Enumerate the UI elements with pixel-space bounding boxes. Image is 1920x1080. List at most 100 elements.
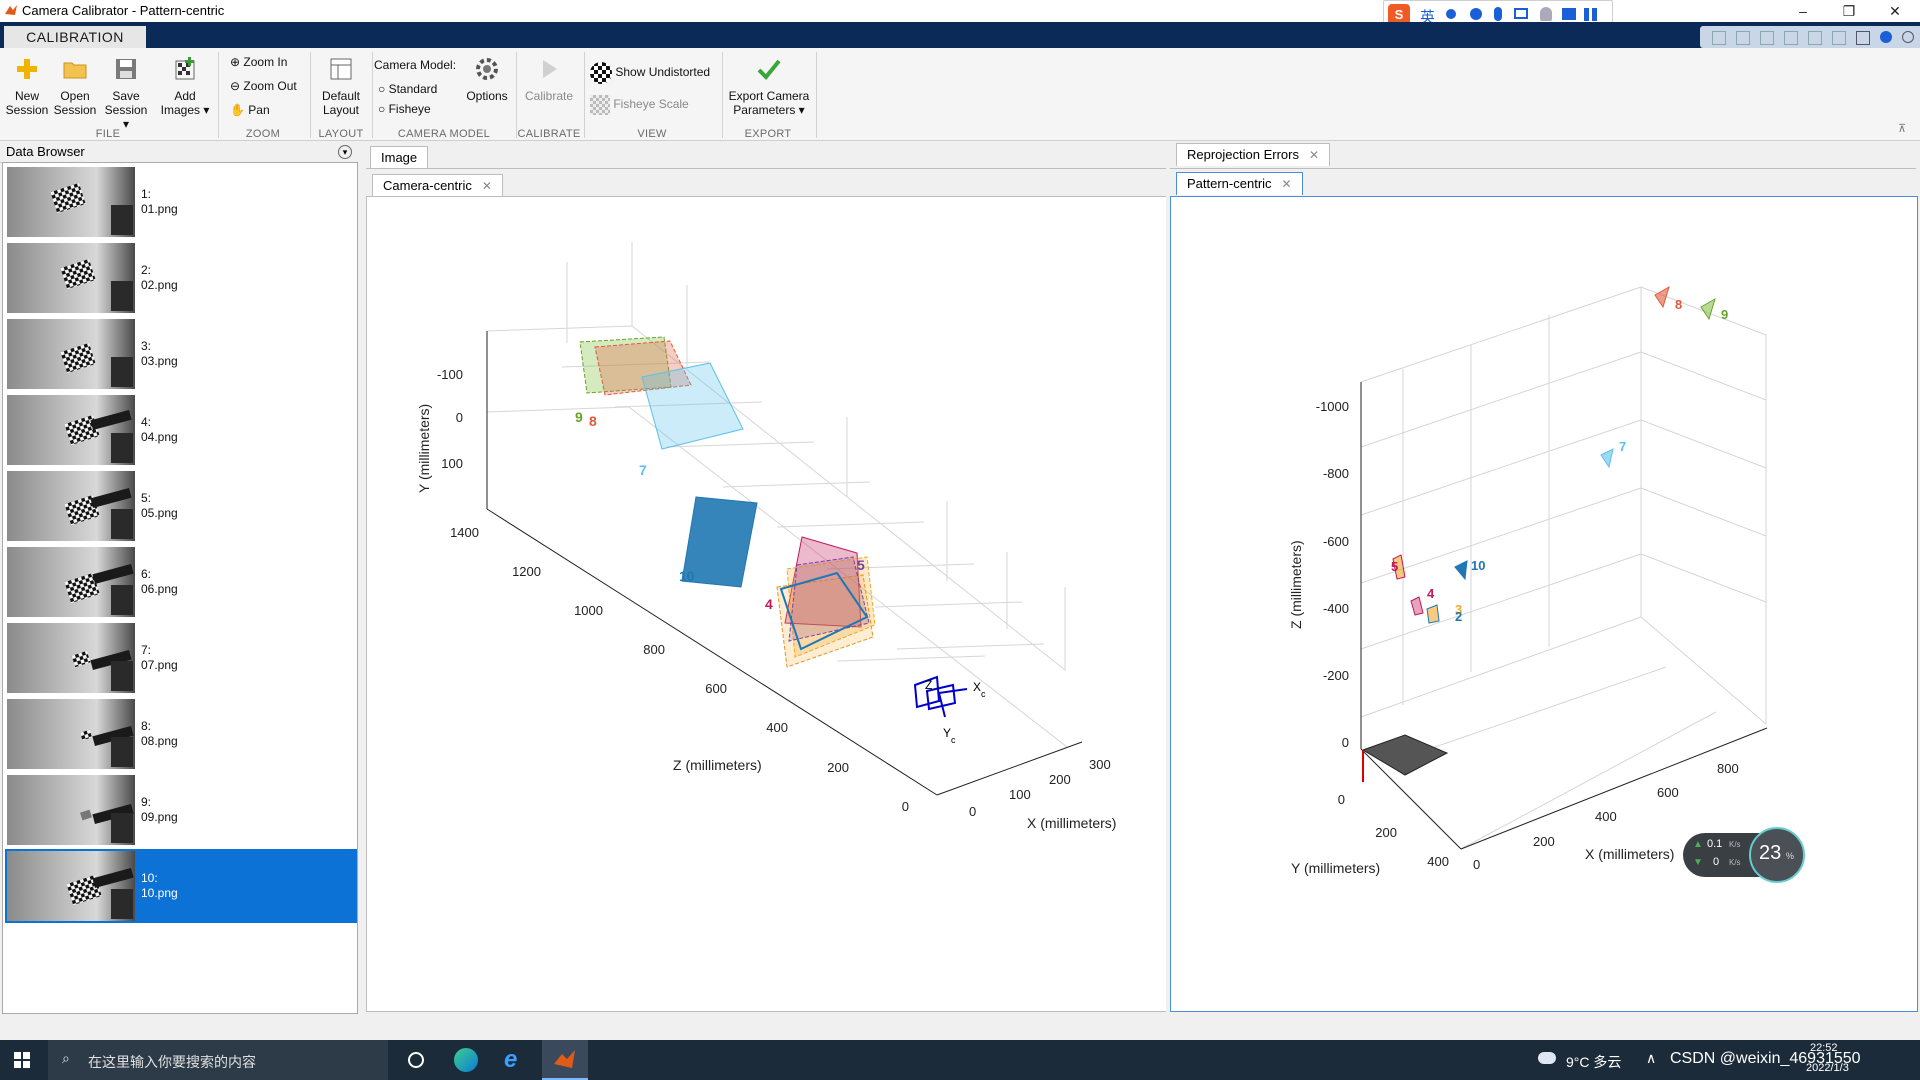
chevron-down-icon[interactable]: ▾ — [338, 145, 352, 159]
tick-label: -200 — [1323, 668, 1349, 683]
camera-centric-plot[interactable]: -100 0 100 Y (millimeters) 1400 1200 100… — [367, 197, 1167, 1011]
internet-explorer-icon[interactable]: e — [504, 1048, 528, 1072]
list-item[interactable]: 4: 04.png — [5, 393, 357, 467]
open-session-label-1: Open — [60, 89, 90, 103]
export-camera-parameters-button[interactable]: Export Camera Parameters ▾ — [726, 56, 812, 117]
windows-start-icon[interactable] — [14, 1052, 30, 1068]
tab-reprojection-errors[interactable]: Reprojection Errors ✕ — [1176, 143, 1331, 166]
camera-markers[interactable] — [1392, 285, 1716, 624]
tick-label: 0 — [1342, 735, 1349, 750]
skin-icon[interactable] — [1562, 8, 1576, 20]
list-item[interactable]: 8: 08.png — [5, 697, 357, 771]
add-images-button[interactable]: Add Images ▾ — [156, 56, 214, 117]
paste-icon[interactable] — [1784, 31, 1798, 45]
keyboard-icon[interactable] — [1514, 8, 1528, 19]
toolbox-icon[interactable] — [1584, 8, 1597, 21]
clock-time[interactable]: 22:52 — [1810, 1042, 1838, 1054]
download-arrow-icon: ▼ — [1693, 857, 1703, 868]
fisheye-radio[interactable]: ○ Fisheye — [378, 102, 431, 116]
tab-pattern-centric[interactable]: Pattern-centric ✕ — [1176, 172, 1303, 195]
chevron-down-icon[interactable] — [1902, 31, 1914, 43]
emoji-icon[interactable] — [1470, 8, 1482, 20]
camera-marker-9[interactable] — [1700, 297, 1716, 321]
add-images-label-2: Images ▾ — [160, 103, 210, 117]
collapse-ribbon-icon[interactable]: ⊼ — [1898, 122, 1906, 135]
zoom-in-button[interactable]: ⊕ Zoom In — [230, 55, 287, 69]
maximize-button[interactable]: ❐ — [1826, 0, 1872, 22]
matlab-taskbar-button[interactable] — [542, 1040, 588, 1080]
thumbnail-image — [7, 243, 135, 313]
save-session-button[interactable]: Save Session ▾ — [100, 56, 152, 131]
tick-label: 200 — [1375, 825, 1397, 840]
camera-glyph[interactable] — [913, 675, 968, 718]
radio-icon: ○ — [378, 82, 389, 96]
list-item[interactable]: 7: 07.png — [5, 621, 357, 695]
camera-centric-panel[interactable]: -100 0 100 Y (millimeters) 1400 1200 100… — [366, 196, 1168, 1012]
calibrate-button[interactable]: Calibrate — [520, 56, 578, 103]
pan-button[interactable]: ✋ Pan — [230, 103, 270, 117]
image-filename: 03.png — [141, 354, 178, 368]
punctuation-icon[interactable] — [1446, 9, 1456, 19]
network-speed-widget[interactable]: ▲ 0.1 K/s ▼ 0 K/s 23 % — [1683, 827, 1805, 883]
redo-icon[interactable] — [1832, 31, 1846, 45]
pattern-centric-panel[interactable]: -1000 -800 -600 -400 -200 0 Z (millimete… — [1170, 196, 1918, 1012]
board-label: 8 — [589, 413, 597, 429]
zoom-out-button[interactable]: ⊖ Zoom Out — [230, 79, 297, 93]
data-browser-list[interactable]: 1: 01.png 2: 02.png 3: 03.png 4: 04.png 5: 05… — [2, 162, 358, 1014]
save-icon[interactable] — [1712, 31, 1726, 45]
list-item[interactable]: 5: 05.png — [5, 469, 357, 543]
clock-date[interactable]: 2022/1/3 — [1806, 1062, 1849, 1074]
weather-text[interactable]: 9°C 多云 — [1566, 1052, 1621, 1072]
standard-radio[interactable]: ○ Standard — [378, 82, 437, 96]
image-number: 9: — [141, 795, 152, 809]
matlab-icon — [554, 1050, 575, 1068]
taskbar-search-box[interactable]: ⌕ 在这里输入你要搜索的内容 — [48, 1040, 388, 1080]
list-item[interactable]: 1: 01.png — [5, 165, 357, 239]
open-session-button[interactable]: Open Session — [52, 56, 98, 117]
pattern-centric-plot[interactable]: -1000 -800 -600 -400 -200 0 Z (millimete… — [1171, 197, 1917, 1011]
board-7[interactable] — [641, 362, 744, 450]
camera-axis-label: X — [973, 680, 981, 694]
image-number: 7: — [141, 643, 152, 657]
undo-icon[interactable] — [1808, 31, 1822, 45]
user-icon[interactable] — [1540, 7, 1552, 21]
list-item-selected[interactable]: 10: 10.png — [5, 849, 357, 923]
close-icon[interactable]: ✕ — [1309, 148, 1319, 162]
fisheye-scale-button[interactable]: Fisheye Scale — [590, 95, 689, 115]
camera-marker-3[interactable] — [1426, 604, 1440, 624]
default-layout-button[interactable]: Default Layout — [314, 56, 368, 117]
list-item[interactable]: 2: 02.png — [5, 241, 357, 315]
close-button[interactable]: ✕ — [1872, 0, 1918, 22]
minimize-button[interactable]: – — [1780, 0, 1826, 22]
tray-chevron-icon[interactable]: ∧ — [1646, 1050, 1656, 1067]
task-view-icon[interactable] — [408, 1052, 424, 1068]
tab-image[interactable]: Image — [370, 146, 429, 169]
camera-marker-4[interactable] — [1410, 596, 1424, 616]
list-item[interactable]: 9: 09.png — [5, 773, 357, 847]
show-undistorted-button[interactable]: Show Undistorted — [590, 62, 710, 84]
tick-label: -600 — [1323, 534, 1349, 549]
tick-label: -400 — [1323, 601, 1349, 616]
list-item[interactable]: 3: 03.png — [5, 317, 357, 391]
tab-camera-centric[interactable]: Camera-centric ✕ — [372, 174, 503, 197]
thumbnail-image — [7, 167, 135, 237]
tick-label: 800 — [1717, 761, 1739, 776]
microphone-icon[interactable] — [1494, 7, 1502, 21]
calibration-pattern[interactable] — [1361, 734, 1449, 776]
camera-marker-10[interactable] — [1454, 560, 1468, 581]
tick-label: 0 — [1473, 857, 1480, 872]
tab-calibration[interactable]: CALIBRATION — [4, 26, 146, 48]
edge-browser-icon[interactable] — [454, 1048, 478, 1072]
list-item[interactable]: 6: 06.png — [5, 545, 357, 619]
board-label: 10 — [679, 568, 695, 584]
copy-icon[interactable] — [1760, 31, 1774, 45]
help-icon[interactable] — [1880, 31, 1892, 43]
close-icon[interactable]: ✕ — [1282, 177, 1292, 191]
camera-marker-7[interactable] — [1600, 448, 1614, 469]
layout-icon[interactable] — [1856, 31, 1870, 45]
options-button[interactable]: Options — [462, 56, 512, 103]
close-icon[interactable]: ✕ — [482, 179, 492, 193]
new-session-button[interactable]: New Session — [4, 56, 50, 117]
cut-icon[interactable] — [1736, 31, 1750, 45]
thumbnail-image — [7, 851, 135, 921]
